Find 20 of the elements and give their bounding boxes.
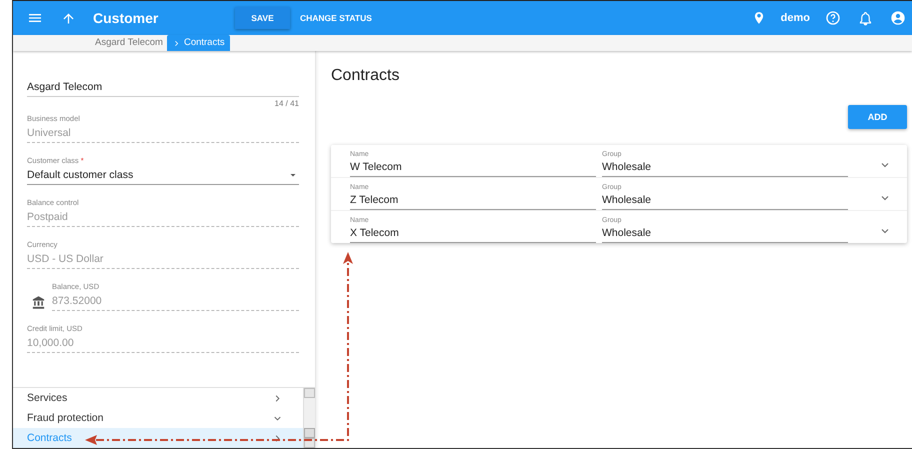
- page-title: Customer: [93, 10, 160, 26]
- text-field[interactable]: Wholesale: [602, 158, 848, 177]
- readonly-field: 873.52000: [52, 295, 299, 311]
- readonly-field: Postpaid: [27, 211, 299, 227]
- readonly-field: 10,000.00: [27, 337, 299, 353]
- text-field[interactable]: W Telecom: [350, 158, 596, 177]
- readonly-field: Universal: [27, 127, 299, 143]
- section-item[interactable]: Fraud protection: [13, 408, 303, 428]
- text-field[interactable]: Z Telecom: [350, 191, 596, 210]
- readonly-field: USD - US Dollar: [27, 253, 299, 269]
- section-item[interactable]: Services: [13, 388, 303, 408]
- character-counter: 14 / 41: [274, 99, 299, 108]
- select-field[interactable]: Default customer class: [27, 169, 299, 185]
- text-field[interactable]: Wholesale: [602, 191, 848, 210]
- name-field[interactable]: Asgard Telecom: [27, 81, 299, 97]
- breadcrumb-item[interactable]: Asgard Telecom: [91, 35, 167, 51]
- toolbar-button[interactable]: SAVE: [235, 7, 290, 29]
- text-field[interactable]: X Telecom: [350, 224, 596, 243]
- section-title: Contracts: [331, 67, 400, 85]
- text-field[interactable]: Wholesale: [602, 224, 848, 243]
